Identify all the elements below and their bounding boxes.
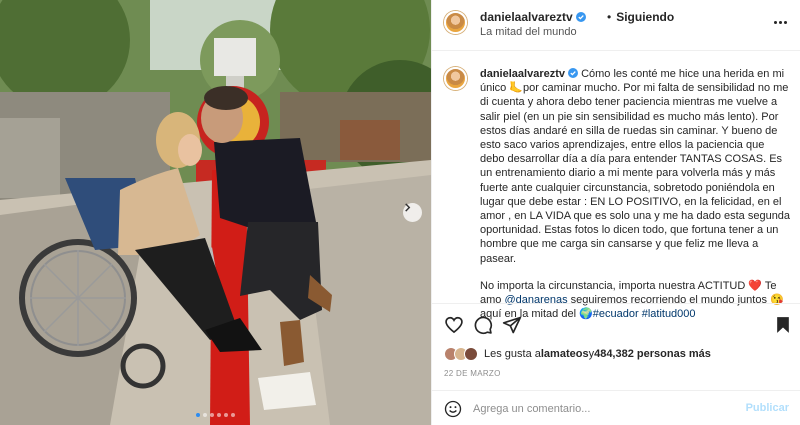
comment-icon[interactable] [473,315,493,335]
likes-prefix: Les gusta a [484,348,541,360]
likes-summary[interactable]: Les gusta a lamateos y 484,382 personas … [444,347,711,361]
comment-input[interactable] [473,400,733,418]
heart-icon[interactable] [444,315,464,335]
carousel-dot [224,413,228,417]
avatar [464,347,478,361]
follow-status-text[interactable]: Siguiendo [616,10,674,24]
verified-badge-icon [568,68,578,78]
next-photo-button[interactable] [403,203,422,222]
liker-avatars [444,347,478,361]
carousel-dot [210,413,214,417]
author-avatar[interactable] [444,11,467,34]
carousel-dot [203,413,207,417]
caption-username[interactable]: danielaalvareztv [480,68,578,80]
smiley-icon[interactable] [444,400,462,418]
verified-badge-icon [575,12,586,22]
post-date: 22 DE MARZO [444,369,501,378]
post-caption: danielaalvareztv Cómo les conté me hice … [480,67,791,321]
more-dots-icon[interactable] [774,15,788,29]
comments-section: danielaalvareztv Cómo les conté me hice … [432,60,800,320]
photo-illustration [0,0,431,425]
action-bar: Les gusta a lamateos y 484,382 personas … [432,303,800,390]
post-header: danielaalvareztv • Siguiendo La mitad del… [432,0,800,51]
post-sidebar: danielaalvareztv • Siguiendo La mitad del… [431,0,800,425]
separator-dot: • [607,10,612,24]
chevron-right-icon [405,203,411,212]
author-username-text[interactable]: danielaalvareztv [480,10,573,24]
likes-count[interactable]: 484,382 personas más [594,348,711,360]
carousel-dot [217,413,221,417]
caption-username-text[interactable]: danielaalvareztv [480,68,565,80]
post-comment-button[interactable]: Publicar [746,402,789,414]
carousel-dot [196,413,200,417]
post-location[interactable]: La mitad del mundo [480,26,577,38]
carousel-indicator [0,413,431,417]
post-photo[interactable] [0,0,431,425]
follow-button[interactable]: • Siguiendo [607,10,674,24]
caption-author-avatar[interactable] [444,67,467,90]
carousel-dot [231,413,235,417]
caption-text: Cómo les conté me hice una herida en mi … [480,68,791,265]
comment-box: Publicar [432,390,800,425]
liker-username[interactable]: lamateos [541,348,589,360]
post-dialog: danielaalvareztv • Siguiendo La mitad del… [0,0,800,425]
author-username[interactable]: danielaalvareztv [480,10,586,24]
paper-plane-icon[interactable] [502,315,522,335]
action-icons [444,315,793,335]
bookmark-icon[interactable] [773,315,793,335]
